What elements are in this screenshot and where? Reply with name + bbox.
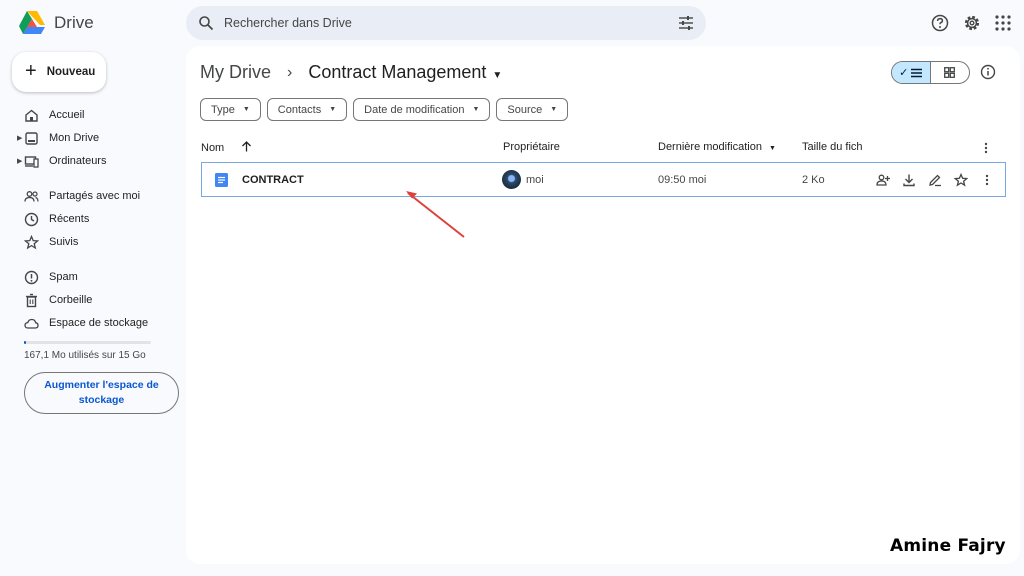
storage-usage-text: 167,1 Mo utilisés sur 15 Go	[24, 350, 146, 361]
share-add-person-icon[interactable]	[876, 173, 890, 187]
breadcrumb: My Drive › Contract Management ▼	[200, 62, 502, 83]
storage-usage-bar	[24, 341, 151, 344]
download-icon[interactable]	[902, 173, 916, 187]
filter-label: Source	[507, 103, 543, 116]
breadcrumb-my-drive[interactable]: My Drive	[200, 62, 271, 83]
column-label: Nom	[201, 142, 225, 154]
get-more-storage-button[interactable]: Augmenter l'espace de stockage	[24, 372, 179, 414]
help-icon[interactable]	[931, 14, 949, 32]
dropdown-caret-icon: ▼	[492, 70, 503, 81]
sidebar-item-trash[interactable]: Corbeille	[0, 289, 180, 311]
sidebar-item-shared[interactable]: Partagés avec moi	[0, 185, 180, 207]
top-bar: Drive	[0, 0, 1024, 46]
sidebar-item-label: Suivis	[49, 236, 79, 248]
grid-icon	[944, 67, 956, 78]
google-doc-icon	[215, 173, 228, 187]
sort-caret-icon: ▼	[769, 145, 776, 152]
grid-view-button[interactable]	[931, 62, 970, 83]
sidebar-item-label: Corbeille	[49, 294, 93, 306]
my-drive-icon	[25, 131, 38, 145]
app-name: Drive	[54, 12, 94, 32]
file-size: 2 Ko	[802, 174, 825, 186]
owner-avatar	[502, 170, 521, 189]
filter-contacts[interactable]: Contacts ▼	[266, 98, 348, 121]
file-owner: moi	[526, 174, 544, 186]
filter-source[interactable]: Source ▼	[496, 98, 569, 121]
filter-date-modified[interactable]: Date de modification ▼	[353, 98, 491, 121]
list-icon	[911, 68, 923, 77]
new-button[interactable]: + Nouveau	[12, 52, 106, 92]
new-button-label: Nouveau	[46, 66, 96, 78]
star-icon	[24, 234, 39, 249]
sidebar-item-label: Ordinateurs	[49, 155, 107, 167]
sidebar-item-recent[interactable]: Récents	[0, 208, 180, 230]
filter-label: Date de modification	[364, 103, 465, 116]
storage-usage-fill	[24, 341, 26, 344]
dropdown-caret-icon: ▼	[329, 106, 337, 113]
breadcrumb-current-folder[interactable]: Contract Management ▼	[308, 62, 502, 83]
dropdown-caret-icon: ▼	[550, 106, 558, 113]
column-header-name[interactable]: Nom	[201, 141, 252, 154]
row-more-options-icon[interactable]	[985, 174, 989, 186]
apps-grid-icon[interactable]	[994, 14, 1012, 32]
sidebar-item-home[interactable]: Accueil	[0, 104, 180, 126]
rename-pencil-icon[interactable]	[928, 173, 942, 187]
column-header-modified[interactable]: Dernière modification ▼	[658, 141, 776, 153]
trash-icon	[26, 293, 37, 307]
star-outline-icon[interactable]	[954, 173, 968, 187]
search-options-icon[interactable]	[678, 15, 694, 31]
column-header-owner[interactable]: Propriétaire	[503, 141, 560, 153]
sidebar-item-label: Espace de stockage	[49, 317, 149, 329]
column-label: Dernière modification	[658, 141, 762, 153]
view-toggle: ✓	[891, 61, 970, 84]
expand-caret-icon[interactable]: ▶	[17, 157, 22, 165]
more-options-icon[interactable]	[984, 142, 988, 154]
sidebar-item-label: Accueil	[49, 109, 85, 121]
table-row[interactable]: CONTRACT moi 09:50 moi 2 Ko	[201, 162, 1006, 197]
plus-icon: +	[25, 60, 37, 82]
checkmark-icon: ✓	[899, 67, 909, 79]
chevron-right-icon: ›	[287, 63, 293, 81]
search-input[interactable]	[224, 6, 654, 40]
sidebar-item-storage[interactable]: Espace de stockage	[0, 312, 180, 334]
file-name[interactable]: CONTRACT	[242, 174, 304, 186]
file-modified: 09:50 moi	[658, 174, 707, 186]
settings-gear-icon[interactable]	[963, 14, 981, 32]
shared-icon	[24, 190, 39, 202]
sidebar-item-label: Mon Drive	[49, 132, 100, 144]
drive-logo-icon	[19, 11, 45, 34]
dropdown-caret-icon: ▼	[242, 106, 250, 113]
search-bar[interactable]	[186, 6, 706, 40]
current-folder-name: Contract Management	[308, 62, 487, 82]
filter-label: Contacts	[277, 103, 322, 116]
sidebar-item-label: Spam	[49, 271, 78, 283]
sidebar-item-starred[interactable]: Suivis	[0, 231, 180, 253]
sidebar-item-computers[interactable]: ▶ Ordinateurs	[0, 150, 180, 172]
filter-type[interactable]: Type ▼	[200, 98, 261, 121]
annotation-arrow-icon	[406, 191, 465, 238]
main-panel: My Drive › Contract Management ▼ ✓ Type ▼ …	[186, 46, 1020, 564]
sidebar-item-my-drive[interactable]: ▶ Mon Drive	[0, 127, 180, 149]
filter-label: Type	[211, 103, 235, 116]
search-icon[interactable]	[198, 15, 214, 31]
computers-icon	[24, 155, 39, 168]
sort-ascending-arrow-icon[interactable]	[241, 141, 252, 152]
watermark: Amine Fajry	[890, 536, 1006, 556]
clock-icon	[24, 212, 39, 226]
cloud-icon	[24, 318, 39, 329]
filter-chips: Type ▼ Contacts ▼ Date de modification ▼ So…	[200, 98, 569, 121]
expand-caret-icon[interactable]: ▶	[17, 134, 22, 142]
sidebar-item-spam[interactable]: Spam	[0, 266, 180, 288]
column-header-size[interactable]: Taille du fich	[802, 141, 863, 153]
dropdown-caret-icon: ▼	[472, 106, 480, 113]
info-icon[interactable]	[980, 64, 996, 80]
sidebar-item-label: Partagés avec moi	[49, 190, 141, 202]
spam-icon	[24, 270, 39, 284]
list-view-button[interactable]: ✓	[892, 62, 931, 83]
sidebar-item-label: Récents	[49, 213, 90, 225]
home-icon	[25, 109, 38, 122]
drive-logo[interactable]: Drive	[18, 10, 94, 35]
